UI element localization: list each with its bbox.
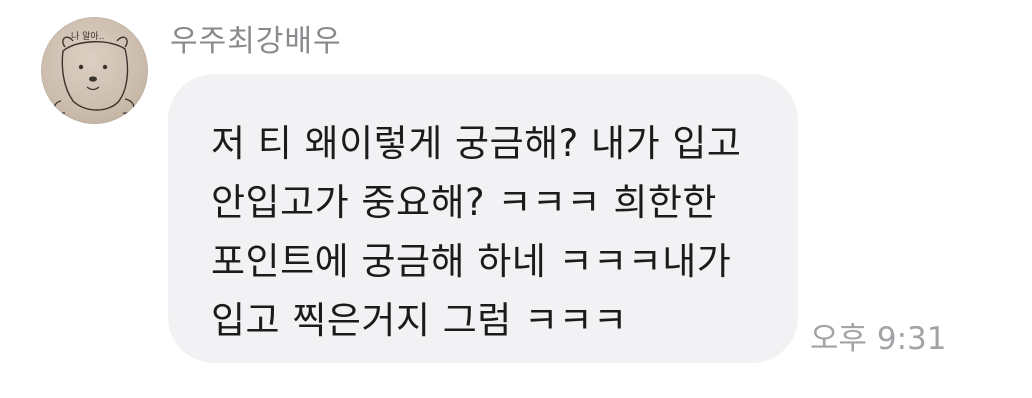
sender-name: 우주최강배우 (170, 24, 342, 59)
bear-doodle-icon: 나 알아.. (54, 31, 135, 114)
sender-avatar[interactable]: 나 알아.. (41, 17, 148, 124)
message-bubble[interactable]: 저 티 왜이렇게 궁금해? 내가 입고 안입고가 중요해? ㅋㅋㅋ 희한한 포인… (168, 74, 798, 363)
message-line: 안입고가 중요해? ㅋㅋㅋ 희한한 (211, 181, 717, 224)
message-line: 포인트에 궁금해 하네 ㅋㅋㅋ내가 (211, 240, 732, 283)
message-line: 저 티 왜이렇게 궁금해? 내가 입고 (211, 122, 742, 165)
svg-text:나 알아..: 나 알아.. (71, 31, 104, 42)
message-timestamp: 오후 9:31 (810, 321, 947, 357)
message-line: 입고 찍은거지 그럼 ㅋㅋㅋ (211, 299, 628, 342)
